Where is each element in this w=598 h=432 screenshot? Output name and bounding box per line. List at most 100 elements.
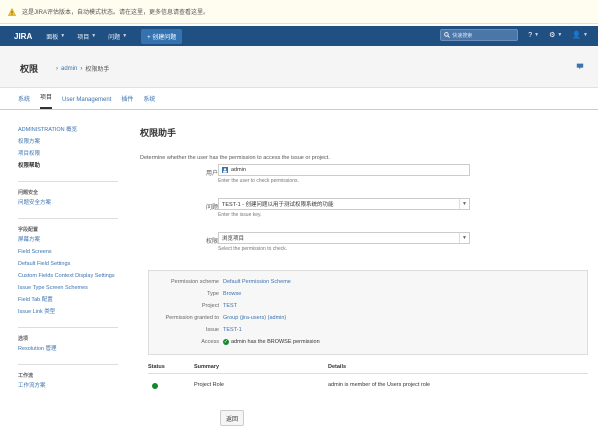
sidebar-item-issue-link-types[interactable]: Issue Link 类型 — [18, 309, 118, 316]
help-menu[interactable]: ? ▼ — [528, 32, 539, 39]
sidebar-item-issue-type-screens[interactable]: Issue Type Screen Schemes — [18, 285, 118, 292]
sidebar-group: 工作流 工作流方案 — [18, 365, 118, 401]
chevron-down-icon[interactable]: ▼ — [459, 233, 469, 243]
gear-icon: ⚙ — [549, 32, 556, 39]
nav-projects-label: 项目 — [77, 34, 90, 41]
nav-projects[interactable]: 项目 ▼ — [77, 32, 96, 41]
sidebar-item-custom-fields[interactable]: Custom Fields Context Display Settings — [18, 273, 118, 280]
user-avatar-icon — [222, 167, 228, 173]
col-summary: Summary — [194, 364, 220, 370]
issue-help: Enter the issue key. — [218, 212, 262, 218]
user-field[interactable]: admin — [218, 164, 470, 176]
info-value: TEST-1 — [223, 327, 242, 333]
row-summary: Project Role — [194, 382, 224, 388]
user-menu[interactable]: 👤 ▼ — [572, 31, 588, 39]
top-navigation: JIRA 面板 ▼ 项目 ▼ 问题 ▼ + 创建问题 快速搜索 ? ▼ ⚙ ▼ 👤 ▼ — [0, 26, 598, 46]
section-title: 权限助手 — [140, 128, 177, 138]
info-key: Type — [207, 291, 219, 297]
info-value: ✓ admin has the BROWSE permission — [223, 339, 320, 345]
status-ok-icon — [152, 383, 158, 389]
info-value: TEST — [223, 303, 237, 309]
issue-field[interactable]: TEST-1 - 创建问题以用于测试权限系统的功能 ▼ — [218, 198, 470, 210]
back-button[interactable]: 返回 — [220, 410, 244, 426]
info-link[interactable]: Browse — [223, 291, 241, 297]
sidebar-group: ADMINISTRATION 概览 权限方案 项目权限 权限帮助 — [18, 120, 118, 182]
page-header: 权限 › admin › 权限助手 — [0, 46, 598, 88]
evaluation-banner: 这是JIRA评估版本，自动模式状态。请在这里，更多信息请查看这里。 — [0, 0, 598, 24]
nav-issues[interactable]: 问题 ▼ — [108, 32, 127, 41]
search-icon — [444, 32, 451, 38]
sidebar-heading: 问题安全 — [18, 190, 39, 196]
sidebar-item-issue-security[interactable]: 问题安全方案 — [18, 200, 118, 207]
info-key: Project — [201, 303, 219, 309]
nav-dashboards[interactable]: 面板 ▼ — [46, 32, 65, 41]
chevron-down-icon: ▼ — [557, 32, 563, 38]
info-key: Permission granted to — [165, 315, 220, 321]
sidebar-item-field-tab[interactable]: Field Tab 配置 — [18, 297, 118, 304]
keyboard-shortcuts-icon[interactable] — [576, 62, 584, 70]
sidebar-item-screens[interactable]: 屏幕方案 — [18, 237, 118, 244]
col-details: Details — [328, 364, 347, 370]
chevron-down-icon: ▼ — [91, 33, 97, 39]
permission-summary: Permission scheme Default Permission Sch… — [148, 270, 588, 355]
sidebar-group: 问题安全 问题安全方案 — [18, 182, 118, 219]
sidebar-group: 字段配置 屏幕方案 Field Screens Default Field Se… — [18, 219, 118, 328]
sidebar-item-default-fields[interactable]: Default Field Settings — [18, 261, 118, 268]
sidebar-item-permission-schemes[interactable]: 权限方案 — [18, 139, 118, 146]
breadcrumb-item[interactable]: admin — [61, 66, 77, 72]
user-value: admin — [231, 167, 246, 173]
permission-label: 权限 — [205, 239, 218, 245]
admin-tabs: 系统 项目 User Management 插件 系统 — [0, 88, 598, 110]
help-icon: ? — [528, 31, 533, 39]
chevron-down-icon: ▼ — [534, 32, 540, 38]
table-row: Project Role admin is member of the User… — [148, 382, 588, 392]
chevron-down-icon: ▼ — [60, 33, 66, 39]
info-link[interactable]: Default Permission Scheme — [223, 279, 291, 285]
row-details: admin is member of the Users project rol… — [328, 382, 431, 388]
tab-projects[interactable]: 项目 — [40, 92, 53, 109]
tab-user-management[interactable]: User Management — [62, 97, 111, 109]
search-placeholder: 快速搜索 — [452, 32, 473, 39]
page-title: 权限 — [20, 64, 39, 74]
nav-issues-label: 问题 — [108, 34, 121, 41]
info-value: Browse — [223, 291, 241, 297]
check-icon: ✓ — [223, 339, 229, 345]
jira-logo[interactable]: JIRA — [14, 32, 32, 41]
avatar-icon: 👤 — [572, 32, 582, 39]
chevron-down-icon: ▼ — [122, 33, 128, 39]
sidebar-item-workflow-schemes[interactable]: 工作流方案 — [18, 383, 118, 390]
sidebar-heading: 工作流 — [18, 373, 34, 379]
sidebar-heading: 选项 — [18, 336, 29, 342]
admin-sidebar: ADMINISTRATION 概览 权限方案 项目权限 权限帮助 问题安全 问题… — [0, 120, 122, 432]
sidebar-group: 选项 Resolution 管理 — [18, 328, 118, 365]
admin-menu[interactable]: ⚙ ▼ — [549, 31, 562, 39]
create-issue-button[interactable]: + 创建问题 — [141, 28, 183, 44]
quick-search-input[interactable]: 快速搜索 — [440, 29, 519, 41]
chevron-down-icon[interactable]: ▼ — [459, 199, 469, 209]
warning-icon — [8, 7, 16, 16]
tab-system-2[interactable]: 系统 — [143, 94, 155, 109]
permission-select[interactable]: 浏览项目 ▼ — [218, 232, 470, 244]
sidebar-item-field-screens[interactable]: Field Screens — [18, 249, 118, 256]
chevron-down-icon: ▼ — [583, 32, 588, 38]
sidebar-item-permission-helper[interactable]: 权限帮助 — [18, 163, 118, 170]
nav-dashboards-label: 面板 — [46, 34, 59, 41]
sidebar-item-resolutions[interactable]: Resolution 管理 — [18, 346, 118, 353]
main-content: 权限助手 Determine whether the user has the … — [140, 120, 580, 252]
tab-system[interactable]: 系统 — [18, 94, 30, 109]
access-result: admin has the BROWSE permission — [231, 339, 320, 345]
info-link[interactable]: TEST-1 — [223, 327, 242, 333]
permission-value: 浏览项目 — [222, 236, 245, 242]
issue-value: TEST-1 - 创建问题以用于测试权限系统的功能 — [222, 202, 334, 208]
sidebar-item-project-permissions[interactable]: 项目权限 — [18, 151, 118, 158]
section-description: Determine whether the user has the permi… — [140, 155, 330, 161]
info-link[interactable]: TEST — [223, 303, 237, 309]
col-status: Status — [148, 364, 165, 370]
banner-message: 这是JIRA评估版本，自动模式状态。请在这里，更多信息请查看这里。 — [22, 10, 210, 16]
sidebar-item-overview[interactable]: ADMINISTRATION 概览 — [18, 127, 118, 134]
tab-plugins[interactable]: 插件 — [121, 94, 133, 109]
breadcrumb-sep: › — [80, 65, 83, 72]
info-link[interactable]: Group (jira-users) (admin) — [223, 315, 286, 321]
info-key: Permission scheme — [171, 279, 219, 285]
topnav-right: 快速搜索 ? ▼ ⚙ ▼ 👤 ▼ — [440, 29, 588, 41]
